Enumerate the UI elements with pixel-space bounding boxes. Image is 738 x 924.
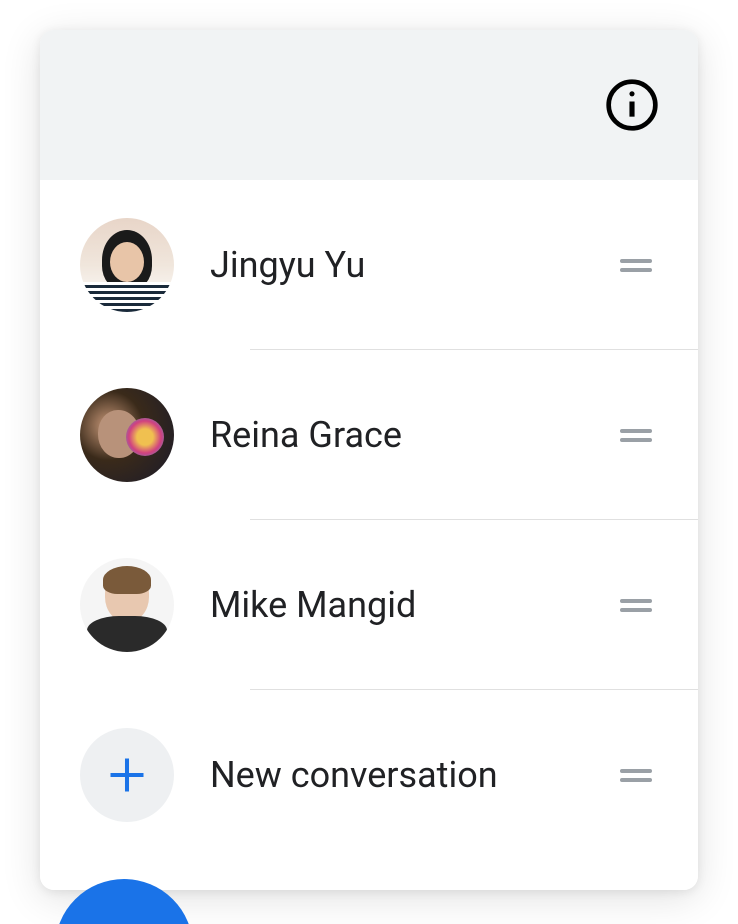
avatar xyxy=(80,388,174,482)
drag-handle-icon[interactable] xyxy=(620,259,652,272)
popover-header xyxy=(40,30,698,180)
new-conversation-label: New conversation xyxy=(210,754,620,796)
drag-handle-icon[interactable] xyxy=(620,429,652,442)
add-avatar xyxy=(80,728,174,822)
drag-handle-icon[interactable] xyxy=(620,769,652,782)
plus-icon xyxy=(105,753,149,797)
avatar xyxy=(80,218,174,312)
info-button[interactable] xyxy=(604,77,660,133)
conversation-name: Jingyu Yu xyxy=(210,244,620,286)
conversation-item[interactable]: Reina Grace xyxy=(40,350,698,520)
avatar xyxy=(80,558,174,652)
conversation-name: Reina Grace xyxy=(210,414,620,456)
conversations-list: Jingyu Yu Reina Grace Mike Mangid xyxy=(40,180,698,890)
conversation-item[interactable]: Jingyu Yu xyxy=(40,180,698,350)
fab-button[interactable] xyxy=(55,879,193,924)
conversation-item[interactable]: Mike Mangid xyxy=(40,520,698,690)
conversations-popover: Jingyu Yu Reina Grace Mike Mangid xyxy=(40,30,698,890)
drag-handle-icon[interactable] xyxy=(620,599,652,612)
info-icon xyxy=(604,77,660,133)
new-conversation-item[interactable]: New conversation xyxy=(40,690,698,860)
conversation-name: Mike Mangid xyxy=(210,584,620,626)
